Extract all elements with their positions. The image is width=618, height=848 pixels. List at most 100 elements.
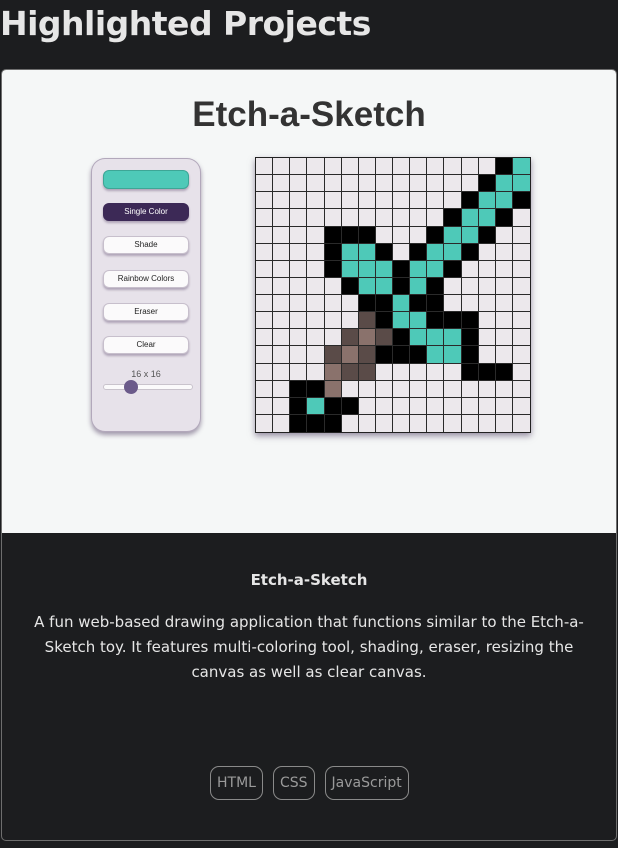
canvas-cell[interactable] bbox=[307, 260, 325, 278]
canvas-cell[interactable] bbox=[512, 175, 530, 193]
canvas-cell[interactable] bbox=[290, 277, 308, 295]
canvas-cell[interactable] bbox=[461, 243, 479, 261]
canvas-cell[interactable] bbox=[478, 295, 496, 313]
canvas-cell[interactable] bbox=[290, 295, 308, 313]
canvas-cell[interactable] bbox=[256, 192, 274, 210]
canvas-cell[interactable] bbox=[427, 175, 445, 193]
canvas-cell[interactable] bbox=[358, 414, 376, 432]
canvas-cell[interactable] bbox=[444, 397, 462, 415]
canvas-cell[interactable] bbox=[341, 175, 359, 193]
canvas-cell[interactable] bbox=[273, 277, 291, 295]
canvas-cell[interactable] bbox=[478, 243, 496, 261]
canvas-cell[interactable] bbox=[273, 158, 291, 176]
canvas-cell[interactable] bbox=[444, 243, 462, 261]
canvas-cell[interactable] bbox=[273, 329, 291, 347]
canvas-cell[interactable] bbox=[341, 158, 359, 176]
canvas-cell[interactable] bbox=[375, 175, 393, 193]
canvas-cell[interactable] bbox=[290, 243, 308, 261]
canvas-cell[interactable] bbox=[512, 192, 530, 210]
canvas-cell[interactable] bbox=[461, 175, 479, 193]
canvas-cell[interactable] bbox=[324, 414, 342, 432]
eraser-button[interactable]: Eraser bbox=[103, 303, 189, 321]
canvas-cell[interactable] bbox=[358, 312, 376, 330]
canvas-cell[interactable] bbox=[290, 414, 308, 432]
canvas-cell[interactable] bbox=[495, 295, 513, 313]
canvas-cell[interactable] bbox=[427, 209, 445, 227]
canvas-cell[interactable] bbox=[427, 380, 445, 398]
canvas-cell[interactable] bbox=[478, 363, 496, 381]
canvas-cell[interactable] bbox=[375, 414, 393, 432]
canvas-cell[interactable] bbox=[256, 226, 274, 244]
canvas-cell[interactable] bbox=[427, 346, 445, 364]
canvas-cell[interactable] bbox=[410, 414, 428, 432]
canvas-cell[interactable] bbox=[256, 158, 274, 176]
canvas-cell[interactable] bbox=[495, 192, 513, 210]
canvas-cell[interactable] bbox=[512, 329, 530, 347]
canvas-cell[interactable] bbox=[256, 209, 274, 227]
canvas-cell[interactable] bbox=[410, 192, 428, 210]
canvas-cell[interactable] bbox=[256, 175, 274, 193]
canvas-cell[interactable] bbox=[307, 414, 325, 432]
canvas-cell[interactable] bbox=[307, 363, 325, 381]
canvas-cell[interactable] bbox=[324, 363, 342, 381]
canvas-cell[interactable] bbox=[324, 329, 342, 347]
canvas-cell[interactable] bbox=[341, 209, 359, 227]
canvas-cell[interactable] bbox=[393, 277, 411, 295]
canvas-cell[interactable] bbox=[358, 397, 376, 415]
canvas-cell[interactable] bbox=[427, 414, 445, 432]
canvas-cell[interactable] bbox=[495, 414, 513, 432]
canvas-cell[interactable] bbox=[324, 380, 342, 398]
canvas-cell[interactable] bbox=[307, 397, 325, 415]
canvas-cell[interactable] bbox=[324, 397, 342, 415]
canvas-cell[interactable] bbox=[290, 226, 308, 244]
canvas-cell[interactable] bbox=[512, 380, 530, 398]
canvas-cell[interactable] bbox=[256, 363, 274, 381]
canvas-cell[interactable] bbox=[478, 192, 496, 210]
canvas-cell[interactable] bbox=[341, 277, 359, 295]
canvas-cell[interactable] bbox=[478, 346, 496, 364]
canvas-cell[interactable] bbox=[461, 260, 479, 278]
canvas-cell[interactable] bbox=[444, 363, 462, 381]
canvas-cell[interactable] bbox=[324, 226, 342, 244]
canvas-cell[interactable] bbox=[324, 260, 342, 278]
canvas-cell[interactable] bbox=[273, 414, 291, 432]
canvas-cell[interactable] bbox=[444, 329, 462, 347]
canvas-cell[interactable] bbox=[427, 158, 445, 176]
canvas-cell[interactable] bbox=[324, 312, 342, 330]
canvas-cell[interactable] bbox=[341, 226, 359, 244]
canvas-cell[interactable] bbox=[324, 175, 342, 193]
canvas-cell[interactable] bbox=[478, 277, 496, 295]
canvas-cell[interactable] bbox=[512, 295, 530, 313]
canvas-cell[interactable] bbox=[273, 363, 291, 381]
canvas-cell[interactable] bbox=[410, 209, 428, 227]
canvas-cell[interactable] bbox=[256, 414, 274, 432]
canvas-cell[interactable] bbox=[273, 312, 291, 330]
canvas-cell[interactable] bbox=[375, 295, 393, 313]
canvas-cell[interactable] bbox=[375, 397, 393, 415]
canvas-cell[interactable] bbox=[307, 175, 325, 193]
canvas-cell[interactable] bbox=[444, 277, 462, 295]
canvas-cell[interactable] bbox=[341, 295, 359, 313]
canvas-cell[interactable] bbox=[358, 226, 376, 244]
canvas-cell[interactable] bbox=[512, 277, 530, 295]
canvas-cell[interactable] bbox=[375, 380, 393, 398]
canvas-cell[interactable] bbox=[512, 346, 530, 364]
canvas-cell[interactable] bbox=[393, 243, 411, 261]
canvas-cell[interactable] bbox=[256, 243, 274, 261]
canvas-cell[interactable] bbox=[341, 329, 359, 347]
canvas-cell[interactable] bbox=[375, 209, 393, 227]
canvas-cell[interactable] bbox=[495, 380, 513, 398]
canvas-cell[interactable] bbox=[324, 209, 342, 227]
canvas-cell[interactable] bbox=[290, 329, 308, 347]
canvas-cell[interactable] bbox=[410, 175, 428, 193]
canvas-cell[interactable] bbox=[444, 346, 462, 364]
shade-button[interactable]: Shade bbox=[103, 236, 189, 254]
canvas-cell[interactable] bbox=[495, 277, 513, 295]
canvas-cell[interactable] bbox=[273, 380, 291, 398]
canvas-cell[interactable] bbox=[307, 346, 325, 364]
canvas-cell[interactable] bbox=[393, 226, 411, 244]
canvas-cell[interactable] bbox=[358, 295, 376, 313]
canvas-cell[interactable] bbox=[256, 277, 274, 295]
canvas-cell[interactable] bbox=[427, 363, 445, 381]
canvas-cell[interactable] bbox=[375, 329, 393, 347]
